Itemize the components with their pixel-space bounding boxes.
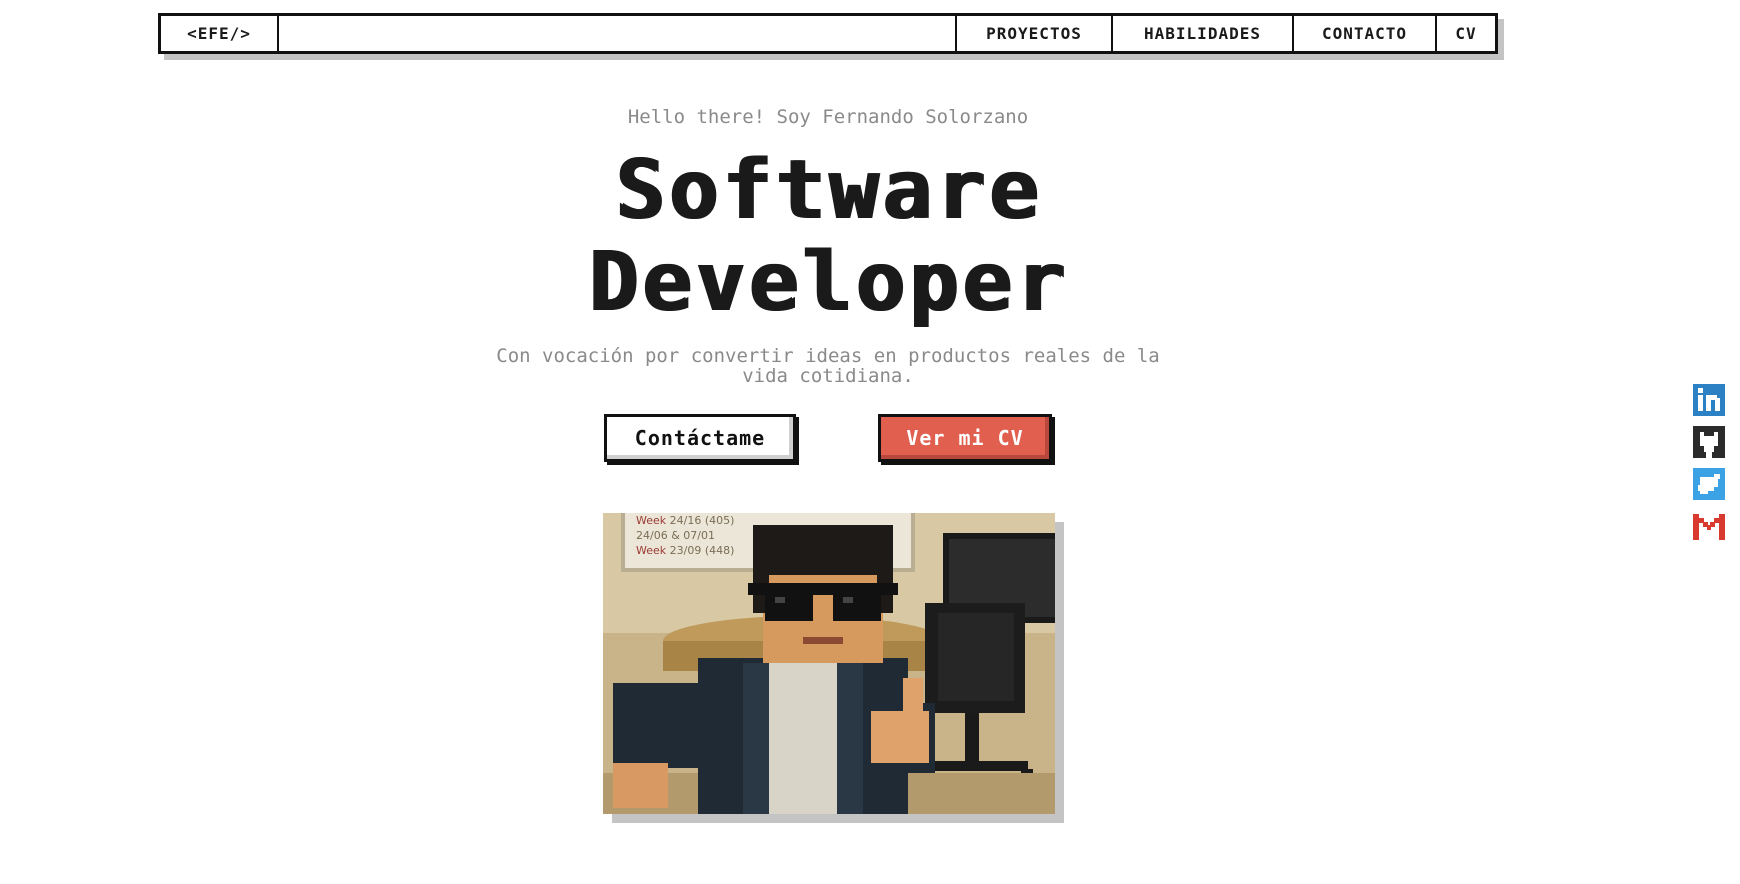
nav-item-habilidades[interactable]: HABILIDADES <box>1113 16 1294 51</box>
contact-button[interactable]: Contáctame <box>604 414 796 462</box>
page: <EFE/> PROYECTOS HABILIDADES CONTACTO CV… <box>0 0 1740 884</box>
github-icon[interactable] <box>1692 425 1726 459</box>
navbar: <EFE/> PROYECTOS HABILIDADES CONTACTO CV <box>158 13 1498 54</box>
gmail-icon[interactable] <box>1692 509 1726 543</box>
hero-subtitle: Con vocación por convertir ideas en prod… <box>496 345 1160 387</box>
nav-item-contacto[interactable]: CONTACTO <box>1294 16 1437 51</box>
board-line-3: Week 23/09 (448) <box>636 544 734 557</box>
view-cv-button[interactable]: Ver mi CV <box>878 414 1052 462</box>
nav-spacer <box>279 16 957 51</box>
board-line-1: Week 24/16 (405) <box>636 514 734 527</box>
profile-photo: Week 24/16 (405) 24/06 & 07/01 Week 23/0… <box>603 513 1055 814</box>
social-links <box>1692 383 1726 543</box>
nav-item-cv[interactable]: CV <box>1437 16 1495 51</box>
linkedin-icon[interactable] <box>1692 383 1726 417</box>
nav-item-proyectos[interactable]: PROYECTOS <box>957 16 1113 51</box>
hero-title-line2: Developer <box>587 235 1069 330</box>
twitter-icon[interactable] <box>1692 467 1726 501</box>
hero-greeting: Hello there! Soy Fernando Solorzano <box>627 106 1029 128</box>
nav-logo[interactable]: <EFE/> <box>161 16 279 51</box>
board-line-2: 24/06 & 07/01 <box>636 529 715 542</box>
hero-title-line1: Software <box>614 143 1042 238</box>
voxel-avatar-illustration: Week 24/16 (405) 24/06 & 07/01 Week 23/0… <box>603 513 1055 814</box>
hero-title: Software Developer <box>0 145 1656 329</box>
